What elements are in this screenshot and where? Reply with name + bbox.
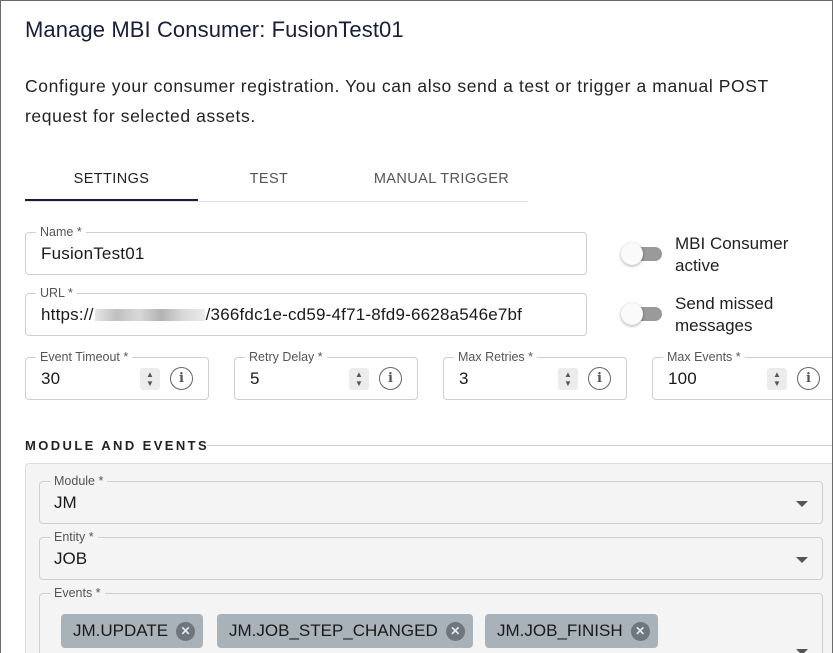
mbi-consumer-active-toggle[interactable] xyxy=(621,242,663,266)
tab-manual-trigger[interactable]: MANUAL TRIGGER xyxy=(340,156,543,201)
event-chip: JM.JOB_STEP_CHANGED ✕ xyxy=(217,614,473,648)
close-circle-icon[interactable]: ✕ xyxy=(630,621,650,641)
page-description: Configure your consumer registration. Yo… xyxy=(25,76,769,126)
send-missed-messages-toggle[interactable] xyxy=(621,302,663,326)
page-title: Manage MBI Consumer: FusionTest01 xyxy=(25,17,404,42)
stepper-arrows-icon[interactable]: ▲ ▼ xyxy=(558,368,578,390)
max-retries-field[interactable]: Max Retries * 3 ▲ ▼ i xyxy=(443,349,627,400)
stepper-arrows-icon[interactable]: ▲ ▼ xyxy=(767,368,787,390)
module-events-panel: Module * JM Entity * JOB Events * JM.UPD… xyxy=(25,463,832,653)
tab-test[interactable]: TEST xyxy=(198,156,340,201)
entity-select[interactable]: Entity * JOB xyxy=(39,529,823,580)
event-timeout-value[interactable]: 30 xyxy=(41,358,60,399)
name-field-value[interactable]: FusionTest01 xyxy=(41,233,145,274)
dialog: Manage MBI Consumer: FusionTest01 Config… xyxy=(0,0,833,653)
retry-delay-field[interactable]: Retry Delay * 5 ▲ ▼ i xyxy=(234,349,418,400)
chevron-down-icon[interactable] xyxy=(796,500,808,507)
info-icon[interactable]: i xyxy=(797,367,820,390)
mbi-consumer-active-label: MBI Consumer active xyxy=(675,234,789,275)
max-events-field[interactable]: Max Events * 100 ▲ ▼ i xyxy=(652,349,832,400)
module-select[interactable]: Module * JM xyxy=(39,473,823,524)
url-field-value[interactable]: https:// /366fdc1e-cd59-4f71-8fd9-6628a54… xyxy=(41,294,522,335)
info-icon[interactable]: i xyxy=(588,367,611,390)
close-circle-icon[interactable]: ✕ xyxy=(176,621,196,641)
max-retries-value[interactable]: 3 xyxy=(459,358,469,399)
info-icon[interactable]: i xyxy=(170,367,193,390)
tab-indicator xyxy=(25,199,198,201)
send-missed-messages-label: Send missed messages xyxy=(675,294,774,335)
url-suffix: /366fdc1e-cd59-4f71-8fd9-6628a546e7bf xyxy=(205,304,523,324)
entity-value: JOB xyxy=(54,548,88,568)
chip-label: JM.JOB_FINISH xyxy=(497,621,623,640)
events-label: Events * xyxy=(50,585,105,601)
stepper-arrows-icon[interactable]: ▲ ▼ xyxy=(349,368,369,390)
event-chip: JM.JOB_FINISH ✕ xyxy=(485,614,658,648)
url-prefix: https:// xyxy=(41,304,94,324)
tab-bar: SETTINGS TEST MANUAL TRIGGER xyxy=(25,156,528,202)
name-field[interactable]: Name * FusionTest01 xyxy=(25,224,587,275)
chip-label: JM.JOB_STEP_CHANGED xyxy=(229,621,438,640)
max-events-value[interactable]: 100 xyxy=(668,358,697,399)
info-icon[interactable]: i xyxy=(379,367,402,390)
tab-settings[interactable]: SETTINGS xyxy=(25,156,198,201)
retry-delay-value[interactable]: 5 xyxy=(250,358,260,399)
module-value: JM xyxy=(54,492,77,512)
events-select[interactable]: Events * JM.UPDATE ✕ JM.JOB_STEP_CHANGED ✕… xyxy=(39,585,823,653)
stepper-arrows-icon[interactable]: ▲ ▼ xyxy=(140,368,160,390)
event-chip: JM.UPDATE ✕ xyxy=(61,614,204,648)
section-heading: MODULE AND EVENTS xyxy=(25,438,210,453)
url-field[interactable]: URL * https:///366fdc1e-cd59-4f71-8fd9-6… xyxy=(25,285,587,336)
chevron-down-icon[interactable] xyxy=(796,556,808,563)
chip-label: JM.UPDATE xyxy=(73,621,169,640)
close-circle-icon[interactable]: ✕ xyxy=(445,621,465,641)
chevron-down-icon[interactable] xyxy=(796,649,808,653)
divider xyxy=(207,445,832,446)
event-timeout-field[interactable]: Event Timeout * 30 ▲ ▼ i xyxy=(25,349,209,400)
redacted-host xyxy=(94,308,205,321)
